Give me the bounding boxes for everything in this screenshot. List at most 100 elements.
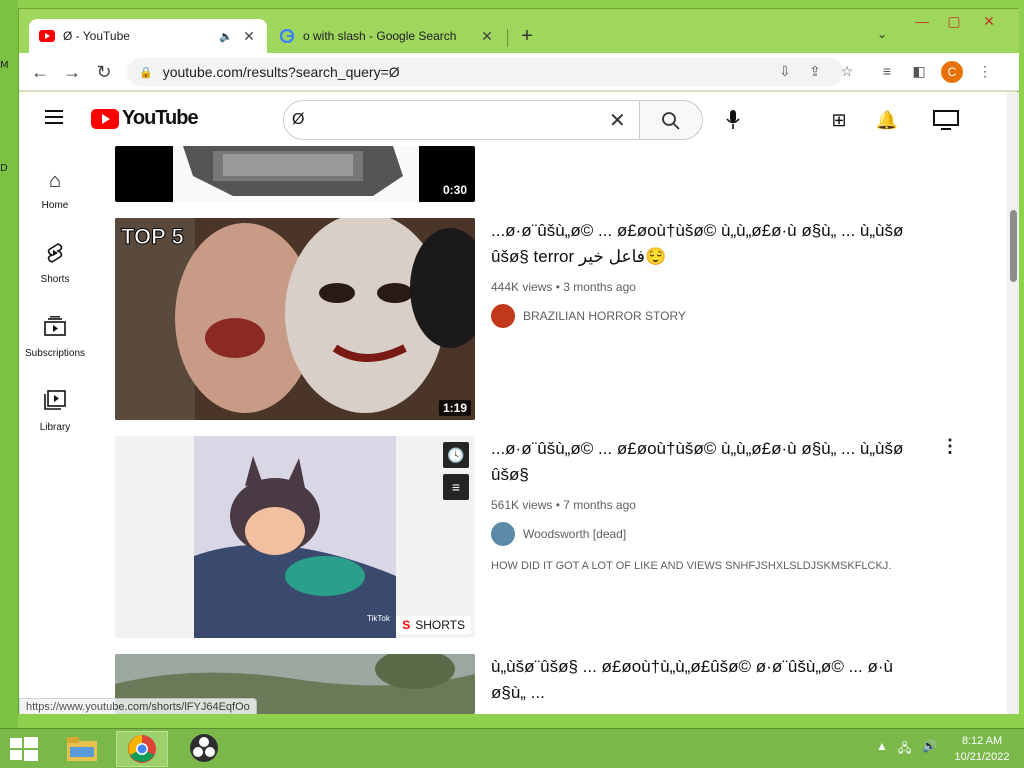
rail-label: Shorts [40, 274, 70, 285]
rail-item-home[interactable]: ⌂ Home [19, 160, 91, 230]
share-icon[interactable]: ⇪ [805, 63, 825, 80]
tab-youtube[interactable]: Ø - YouTube 🔈 ✕ [29, 19, 267, 53]
search-results: 0:30 TOP 5 1:19 ...ø·ø¨ûšù„ø© ... ø£øoù†… [115, 146, 985, 714]
search-input[interactable]: Ø [283, 100, 639, 140]
obs-taskbar-icon[interactable] [178, 731, 230, 767]
google-favicon-icon [279, 28, 295, 44]
tray-chevron-icon[interactable]: ▲ [876, 739, 888, 753]
browser-toolbar: ← → ↻ 🔒 youtube.com/results?search_query… [19, 53, 1019, 91]
video-thumbnail[interactable]: TikTok 🕓 ≡ S SHORTS [115, 436, 475, 638]
address-bar[interactable]: 🔒 youtube.com/results?search_query=Ø [127, 58, 843, 86]
search-value: Ø [292, 111, 305, 128]
watch-later-clock-icon[interactable]: 🕓 [443, 442, 469, 468]
desktop-glyph: D [0, 163, 8, 174]
shorts-badge-label: SHORTS [415, 618, 465, 632]
channel-link[interactable]: Woodsworth [dead] [491, 522, 626, 546]
forward-arrow-icon[interactable]: → [61, 61, 83, 83]
install-app-icon[interactable]: ⇩ [775, 63, 795, 80]
create-video-icon[interactable]: ⊞ [825, 106, 853, 134]
youtube-favicon-icon [39, 28, 55, 44]
address-text: youtube.com/results?search_query=Ø [162, 64, 400, 80]
shorts-badge: S SHORTS [396, 616, 471, 634]
search-icon [662, 112, 680, 130]
shorts-logo-icon: S [402, 618, 411, 632]
taskbar-clock[interactable]: 8:12 AM 10/21/2022 [946, 733, 1018, 765]
minimize-button[interactable]: — [907, 13, 937, 33]
tab-title: o with slash - Google Search [303, 29, 457, 43]
windows-start-icon[interactable] [10, 737, 38, 761]
rail-item-shorts[interactable]: Shorts [19, 234, 91, 304]
clock-date: 10/21/2022 [954, 751, 1010, 763]
video-thumbnail[interactable]: TOP 5 1:19 [115, 218, 475, 420]
close-tab-icon[interactable]: ✕ [241, 28, 257, 45]
reload-icon[interactable]: ↻ [93, 61, 115, 83]
scrollbar-thumb[interactable] [1010, 210, 1017, 282]
video-description: HOW DID IT GOT A LOT OF LIKE AND VIEWS S… [491, 560, 892, 572]
rail-label: Library [39, 422, 71, 433]
windows-taskbar: ▲ 🖧 🔊 8:12 AM 10/21/2022 [0, 728, 1024, 768]
video-title[interactable]: ù„ùšø¨ûšø§ ... ø£øoù†ù„ù„ø£ûšø© ø·ø¨ûšù„… [491, 654, 921, 706]
new-tab-button[interactable]: + [517, 25, 537, 48]
tab-google-search[interactable]: o with slash - Google Search ✕ [269, 19, 505, 53]
profile-avatar[interactable]: C [941, 61, 963, 83]
rail-item-library[interactable]: Library [19, 382, 91, 452]
browser-window: Ø - YouTube 🔈 ✕ o with slash - Google Se… [18, 8, 1019, 714]
thumbnail-image [173, 146, 419, 202]
tab-title: Ø - YouTube [63, 29, 130, 43]
youtube-play-icon [91, 108, 119, 129]
shorts-icon [19, 242, 91, 268]
desktop-glyph: M [0, 60, 9, 71]
link-status-bar: https://www.youtube.com/shorts/lFYJ64Eqf… [19, 698, 257, 714]
duration-badge: 1:19 [438, 400, 471, 416]
menu-hamburger-icon[interactable] [45, 110, 63, 124]
network-icon[interactable]: 🖧 [898, 739, 911, 760]
library-icon [19, 390, 91, 416]
tab-bar: Ø - YouTube 🔈 ✕ o with slash - Google Se… [19, 9, 1019, 53]
subscriptions-icon [19, 316, 91, 342]
file-explorer-icon[interactable] [56, 731, 108, 767]
add-to-queue-icon[interactable]: ≡ [443, 474, 469, 500]
voice-search-mic-icon[interactable] [713, 100, 753, 140]
browser-menu-icon[interactable]: ⋮ [975, 63, 995, 80]
video-meta: 561K views • 7 months ago [491, 498, 636, 512]
channel-avatar [491, 304, 515, 328]
channel-avatar [491, 522, 515, 546]
volume-icon[interactable]: 🔊 [922, 739, 937, 753]
channel-link[interactable]: BRAZILIAN HORROR STORY [491, 304, 686, 328]
audio-playing-icon[interactable]: 🔈 [219, 30, 235, 43]
chrome-taskbar-icon[interactable] [116, 731, 168, 767]
tab-divider [507, 29, 508, 47]
desktop-strip [0, 0, 18, 728]
more-actions-icon[interactable]: ⋮ [941, 436, 959, 457]
back-arrow-icon[interactable]: ← [29, 61, 51, 83]
left-rail: ⌂ Home Shorts Subscriptions Library [19, 146, 91, 714]
youtube-wordmark: YouTube [122, 107, 199, 129]
thumbnail-overlay-text: TOP 5 [121, 224, 184, 249]
video-meta: 444K views • 3 months ago [491, 280, 636, 294]
search-button[interactable] [639, 100, 703, 140]
youtube-logo[interactable]: YouTube [91, 107, 199, 130]
rail-label: Subscriptions [24, 348, 86, 359]
video-title[interactable]: ...ø·ø¨ûšù„ø© ... ø£øoù†ùšø© ù„ù„ø£ø·ù ø… [491, 436, 921, 488]
video-thumbnail[interactable]: 0:30 [115, 146, 475, 202]
close-tab-icon[interactable]: ✕ [479, 28, 495, 45]
maximize-button[interactable]: ▢ [939, 13, 969, 33]
rail-item-subscriptions[interactable]: Subscriptions [19, 308, 91, 378]
rail-label: Home [41, 200, 69, 211]
channel-name: BRAZILIAN HORROR STORY [523, 309, 686, 323]
cast-to-tv-icon[interactable] [929, 106, 963, 134]
clear-search-icon[interactable]: ✕ [609, 108, 626, 133]
reading-list-icon[interactable]: ≡ [877, 63, 897, 79]
side-panel-icon[interactable]: ◧ [909, 63, 929, 80]
tab-search-chevron-icon[interactable]: ⌄ [877, 27, 887, 41]
video-title[interactable]: ...ø·ø¨ûšù„ø© ... ø£øoù†ùšø© ù„ù„ø£ø·ù ø… [491, 218, 921, 270]
page-scrollbar[interactable] [1007, 92, 1019, 714]
close-window-button[interactable]: ✕ [974, 13, 1004, 33]
bookmark-star-icon[interactable]: ☆ [837, 63, 857, 80]
thumbnail-image: TOP 5 [115, 218, 475, 420]
tiktok-watermark: TikTok [367, 614, 391, 623]
home-icon: ⌂ [48, 170, 62, 192]
channel-name: Woodsworth [dead] [523, 527, 627, 541]
duration-badge: 0:30 [438, 182, 471, 198]
notifications-bell-icon[interactable]: 🔔 [873, 106, 901, 134]
